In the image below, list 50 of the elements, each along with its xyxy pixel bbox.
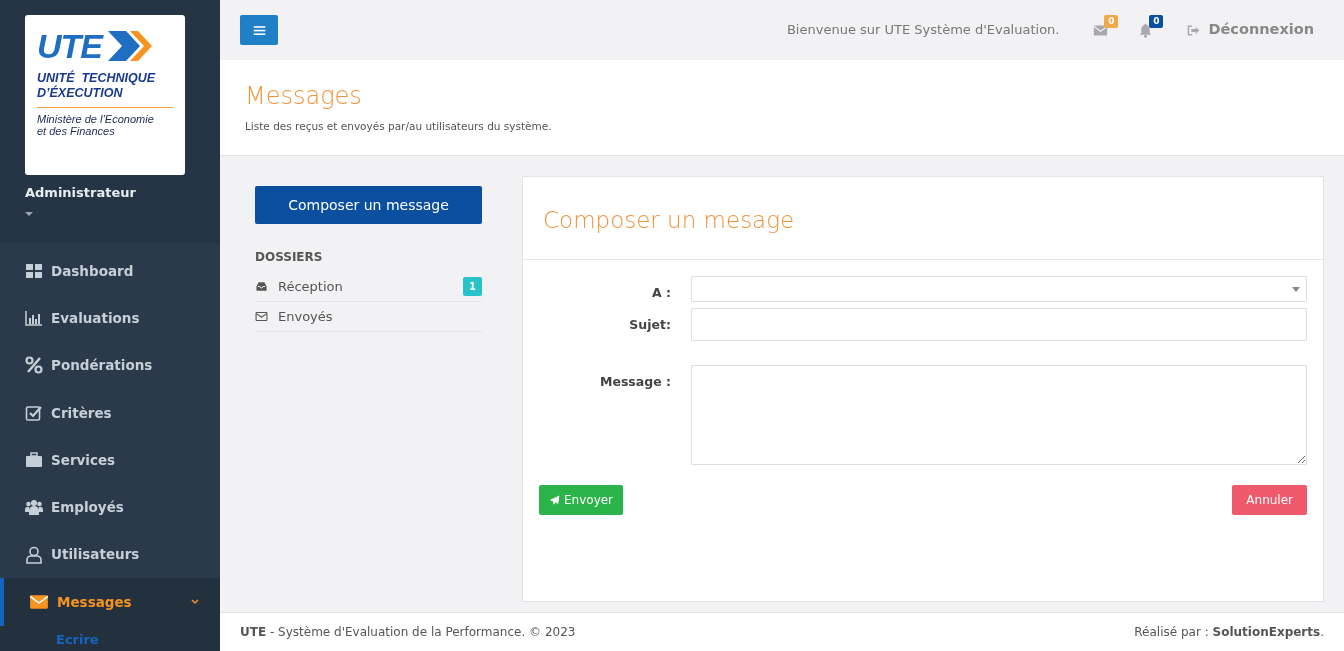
compose-button[interactable]: Composer un message xyxy=(255,186,482,224)
sidebar-item[interactable]: Messages xyxy=(0,578,220,626)
recipient-select[interactable] xyxy=(691,275,1307,302)
count-badge: 0 xyxy=(1104,14,1119,28)
sidebar-item[interactable]: Pondérations xyxy=(0,341,220,389)
grid-icon xyxy=(25,261,43,280)
sidebar-item[interactable]: Evaluations xyxy=(0,294,220,342)
count-badge: 1 xyxy=(463,277,482,296)
logo-text: UTE xyxy=(37,29,102,63)
subject-field[interactable] xyxy=(691,308,1307,342)
logo-text: D’ÉXECUTION xyxy=(37,86,124,101)
menu-button[interactable] xyxy=(240,15,278,45)
field-label: Message : xyxy=(599,373,671,392)
briefcase-icon xyxy=(25,450,43,469)
footer-text: UTE - Système d'Evaluation de la Performance. © 2023 xyxy=(240,624,576,641)
paper-plane-icon xyxy=(549,494,560,506)
users-icon xyxy=(25,498,43,517)
percent-icon xyxy=(25,356,43,375)
chevron-icon xyxy=(190,596,200,607)
welcome-text: Bienvenue sur UTE Système d'Evaluation. xyxy=(786,21,1060,40)
sidebar-item[interactable]: Employés xyxy=(0,483,220,531)
caret-icon xyxy=(1292,286,1300,292)
sidebar-item[interactable]: Critères xyxy=(0,389,220,437)
inbox-icon xyxy=(255,280,268,293)
sign-out-icon xyxy=(1187,23,1201,37)
footer-credit: Réalisé par : SolutionExperts. xyxy=(1134,624,1324,641)
folder-item[interactable]: Réception 1 xyxy=(255,272,482,302)
field-label: Sujet: xyxy=(628,316,671,335)
menu-icon xyxy=(252,23,266,37)
caret-icon[interactable] xyxy=(25,211,33,216)
checkbox-icon xyxy=(25,403,43,422)
logo-text: UNITÉ TECHNIQUE xyxy=(37,71,157,85)
user-icon xyxy=(25,545,43,564)
message-field[interactable] xyxy=(691,365,1307,466)
notification-button[interactable] xyxy=(1138,22,1154,38)
page-title: Messages xyxy=(245,82,363,111)
sidebar-item[interactable]: Utilisateurs xyxy=(0,530,220,579)
sidebar-item[interactable]: Services xyxy=(0,436,220,484)
field-label: A : xyxy=(650,283,671,302)
section-heading: DOSSIERS xyxy=(255,249,324,266)
logo-text: Ministère de l’Economie xyxy=(37,113,155,126)
count-badge: 0 xyxy=(1149,14,1164,28)
envelope-icon xyxy=(255,310,268,323)
sidebar-item[interactable]: Dashboard xyxy=(0,247,220,295)
folder-item[interactable]: Envoyés xyxy=(255,302,482,332)
form-title: Composer un mesage xyxy=(523,177,1323,260)
logo-text: et des Finances xyxy=(37,125,116,138)
user-name: Administrateur xyxy=(25,184,137,202)
bar-chart-icon xyxy=(25,309,43,328)
page-subtitle: Liste des reçus et envoyés par/au utilisateurs du système. xyxy=(245,118,553,134)
